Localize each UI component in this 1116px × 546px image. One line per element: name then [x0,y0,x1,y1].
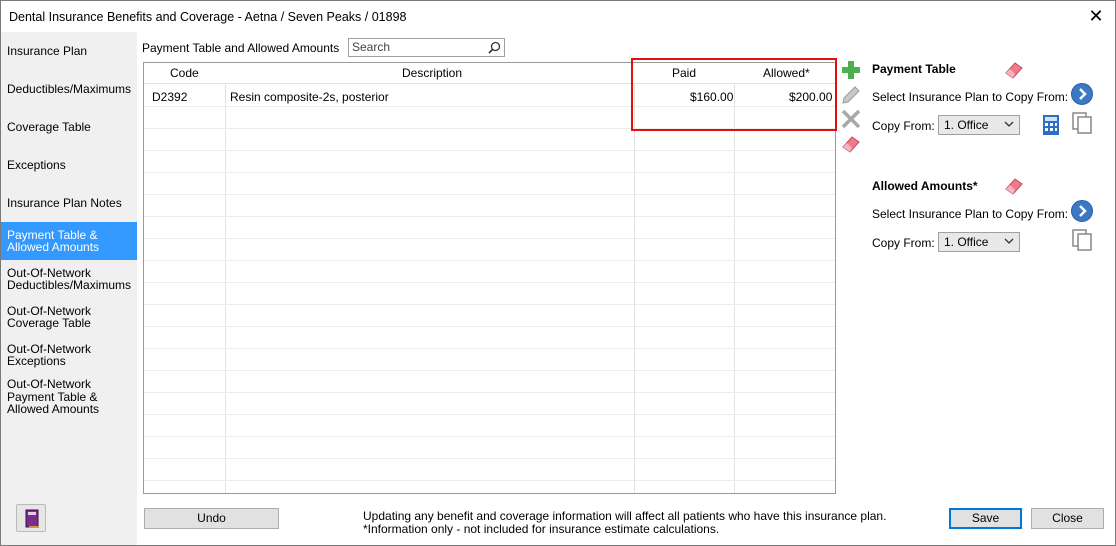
table-row-empty[interactable] [144,349,835,371]
table-row-empty[interactable] [144,459,835,481]
sidebar-item-oon-coverage-table[interactable]: Out-Of-Network Coverage Table [1,298,137,336]
table-row-empty[interactable] [144,371,835,393]
table-row-empty[interactable] [144,327,835,349]
sidebar-item-plan-notes[interactable]: Insurance Plan Notes [1,184,137,222]
sidebar-item-oon-exceptions[interactable]: Out-Of-Network Exceptions [1,336,137,374]
cell-description: Resin composite-2s, posterior [230,90,389,104]
sidebar-item-label: Payment Table & Allowed Amounts [7,227,100,254]
dialog-window: Dental Insurance Benefits and Coverage -… [0,0,1116,546]
search-icon[interactable] [488,41,501,54]
footer-note-line2: *Information only - not included for ins… [363,522,720,536]
table-row-empty[interactable] [144,217,835,239]
copy-icon[interactable] [1071,112,1093,134]
table-row-empty[interactable] [144,283,835,305]
cell-code: D2392 [152,90,188,104]
search-input[interactable]: Search [348,38,505,57]
window-title: Dental Insurance Benefits and Coverage -… [9,10,407,24]
sidebar-item-oon-payment-table[interactable]: Out-Of-Network Payment Table & Allowed A… [1,374,137,420]
table-row-empty[interactable] [144,239,835,261]
payment-select-plan-label: Select Insurance Plan to Copy From: [872,90,1069,104]
sidebar-item-payment-table[interactable]: Payment Table & Allowed Amounts [1,222,137,260]
arrow-right-icon[interactable] [1071,200,1093,222]
sidebar-item-insurance-plan[interactable]: Insurance Plan [1,32,137,70]
sidebar-item-label: Out-Of-Network Payment Table & Allowed A… [7,377,100,417]
allowed-copy-from-value: 1. Office [944,235,989,249]
sidebar: Insurance Plan Deductibles/Maximums Cove… [1,32,137,545]
eraser-icon[interactable] [1003,174,1025,196]
sidebar-item-label: Out-Of-Network Coverage Table [7,303,92,330]
payment-copy-from-label: Copy From: [872,119,935,133]
sidebar-item-label: Insurance Plan Notes [7,195,122,210]
table-row-empty[interactable] [144,195,835,217]
sidebar-item-label: Out-Of-Network Exceptions [7,341,92,368]
footer-note: Updating any benefit and coverage inform… [363,510,886,536]
header-code[interactable]: Code [170,66,199,80]
chevron-down-icon [1004,121,1014,127]
sidebar-item-label: Exceptions [7,157,66,172]
payment-copy-from-select[interactable]: 1. Office [938,115,1020,135]
allowed-copy-from-select[interactable]: 1. Office [938,232,1020,252]
payment-copy-from-value: 1. Office [944,118,989,132]
eraser-icon[interactable] [840,132,862,154]
table-row-empty[interactable] [144,415,835,437]
table-row-empty[interactable] [144,437,835,459]
allowed-select-plan-label: Select Insurance Plan to Copy From: [872,207,1069,221]
section-label: Payment Table and Allowed Amounts [142,41,340,55]
table-row-empty[interactable] [144,261,835,283]
table-row-empty[interactable] [144,393,835,415]
sidebar-item-deductibles[interactable]: Deductibles/Maximums [1,70,137,108]
sidebar-item-label: Out-Of-Network Deductibles/Maximums [7,265,132,292]
payment-table-heading: Payment Table [872,62,956,76]
table-row-empty[interactable] [144,151,835,173]
save-button[interactable]: Save [949,508,1022,529]
edit-icon[interactable] [840,84,862,106]
table-row-empty[interactable] [144,173,835,195]
sidebar-item-label: Insurance Plan [7,43,88,58]
undo-button[interactable]: Undo [144,508,279,529]
table-row-empty[interactable] [144,129,835,151]
sidebar-item-label: Deductibles/Maximums [7,81,132,96]
delete-icon[interactable] [840,108,862,130]
title-bar: Dental Insurance Benefits and Coverage -… [1,1,1115,32]
add-icon[interactable] [840,59,862,81]
chevron-down-icon [1004,238,1014,244]
table-row-empty[interactable] [144,305,835,327]
highlight-box [631,58,837,131]
allowed-copy-from-label: Copy From: [872,236,935,250]
calculator-icon[interactable] [1040,114,1062,136]
book-icon[interactable] [16,504,46,532]
eraser-icon[interactable] [1003,58,1025,80]
close-icon[interactable]: ✕ [1087,7,1105,25]
sidebar-item-exceptions[interactable]: Exceptions [1,146,137,184]
sidebar-item-oon-deductibles[interactable]: Out-Of-Network Deductibles/Maximums [1,260,137,298]
search-input-text: Search [352,40,391,54]
allowed-amounts-heading: Allowed Amounts* [872,179,978,193]
header-description[interactable]: Description [402,66,462,80]
close-button[interactable]: Close [1031,508,1104,529]
sidebar-item-coverage-table[interactable]: Coverage Table [1,108,137,146]
sidebar-item-label: Coverage Table [7,119,91,134]
arrow-right-icon[interactable] [1071,83,1093,105]
copy-icon[interactable] [1071,229,1093,251]
